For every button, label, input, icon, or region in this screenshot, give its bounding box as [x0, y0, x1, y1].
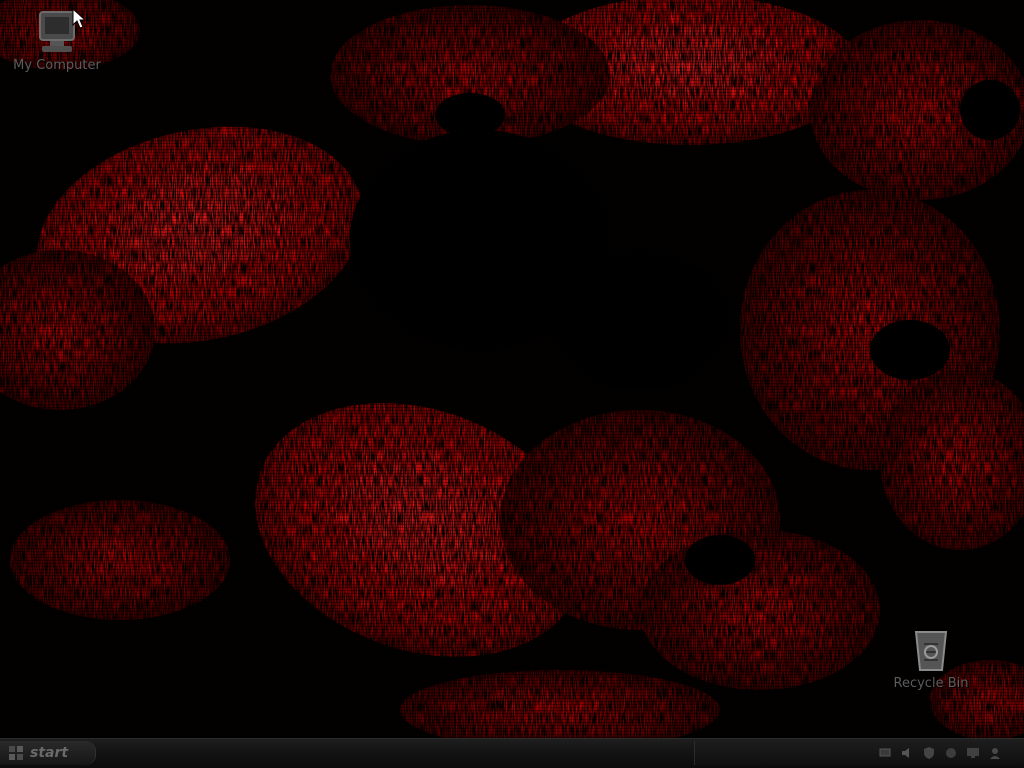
network-icon[interactable]: [878, 746, 892, 760]
desktop-icon-label: My Computer: [13, 58, 101, 73]
start-button[interactable]: start: [0, 741, 96, 765]
desktop: My Computer Recycle Bin: [0, 0, 1024, 738]
desktop-icon-recycle-bin[interactable]: Recycle Bin: [876, 624, 986, 691]
security-icon[interactable]: [922, 746, 936, 760]
volume-icon[interactable]: [900, 746, 914, 760]
wallpaper-red-texture: [0, 0, 1024, 738]
windows-logo-icon: [9, 746, 23, 760]
display-icon[interactable]: [966, 746, 980, 760]
taskbar: start: [0, 738, 1024, 768]
recycle-bin-icon: [914, 631, 948, 671]
system-tray: [694, 741, 1024, 765]
user-icon[interactable]: [988, 746, 1002, 760]
speaker-icon[interactable]: [944, 746, 958, 760]
mouse-cursor-icon: [72, 8, 86, 29]
start-label: start: [30, 745, 69, 761]
desktop-icon-label: Recycle Bin: [893, 676, 969, 691]
desktop-icon-my-computer[interactable]: My Computer: [2, 8, 112, 73]
